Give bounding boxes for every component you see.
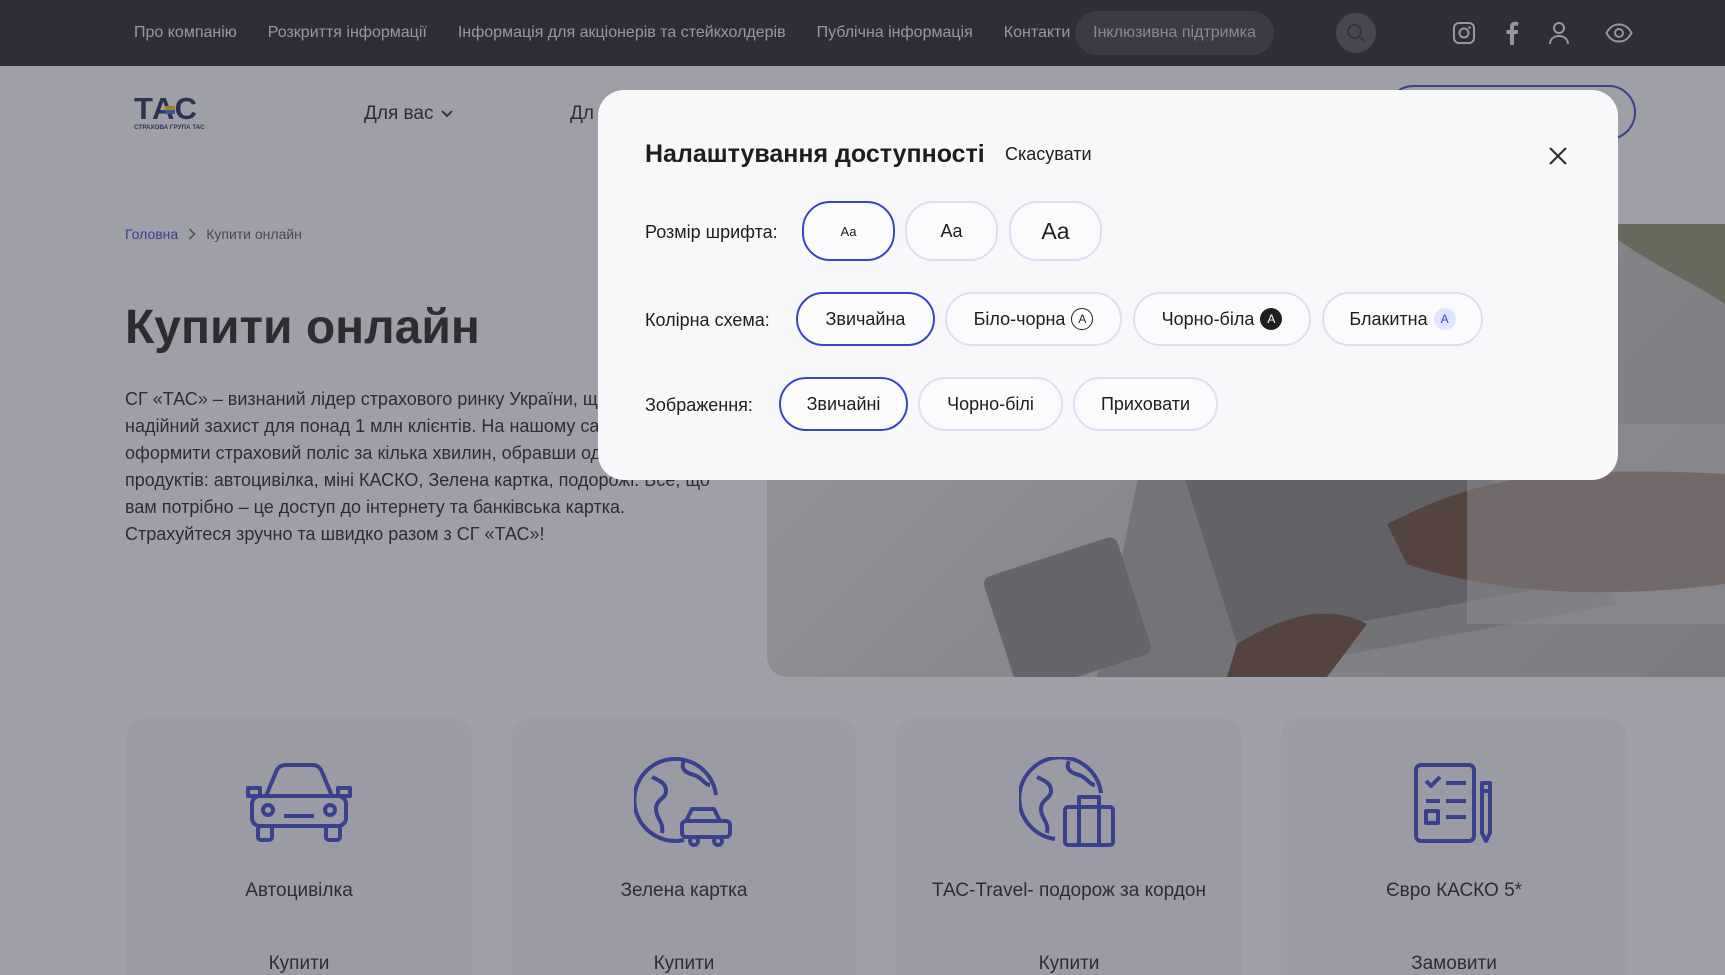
color-scheme-white-black-button[interactable]: Біло-чорна A [945,292,1122,346]
color-scheme-black-white-button[interactable]: Чорно-біла A [1133,292,1311,346]
white-black-badge-icon: A [1071,308,1094,330]
color-scheme-blue-button[interactable]: Блакитна A [1322,292,1483,346]
images-hide-button[interactable]: Приховати [1073,377,1218,431]
images-normal-button[interactable]: Звичайні [779,377,908,431]
font-size-small-button[interactable]: Aa [802,201,895,261]
images-black-white-button[interactable]: Чорно-білі [918,377,1063,431]
page: Про компанію Розкриття інформації Інформ… [0,0,1725,975]
accessibility-settings-modal: Налаштування доступності Скасувати Розмі… [598,90,1618,480]
modal-title: Налаштування доступності [645,140,985,168]
color-scheme-normal-button[interactable]: Звичайна [796,292,935,346]
black-white-badge-icon: A [1260,308,1283,330]
font-size-large-button[interactable]: Aa [1009,201,1102,261]
images-label: Зображення: [645,395,753,415]
cancel-button[interactable]: Скасувати [1005,144,1092,165]
color-scheme-normal-label: Звичайна [825,308,906,329]
color-scheme-label: Колірна схема: [645,310,770,330]
font-size-label: Розмір шрифта: [645,222,778,242]
color-scheme-blue-label: Блакитна [1349,308,1428,329]
close-icon [1549,147,1567,165]
font-size-medium-button[interactable]: Aa [905,201,998,261]
blue-badge-icon: A [1433,308,1456,330]
close-button[interactable] [1544,142,1572,170]
color-scheme-black-white-label: Чорно-біла [1161,308,1255,329]
color-scheme-white-black-label: Біло-чорна [973,308,1066,329]
